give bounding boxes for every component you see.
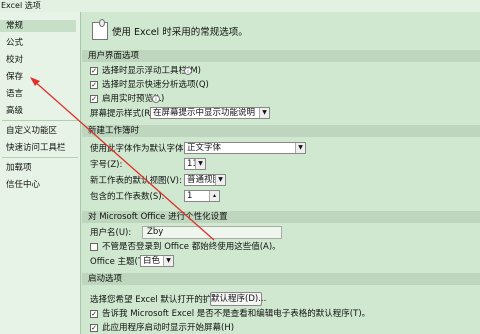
chevron-down-icon: ▼ <box>163 256 173 266</box>
chevron-down-icon: ▼ <box>259 108 269 118</box>
main-panel: 使用 Excel 时采用的常规选项。 用户界面选项 ✓ 选择时显示浮动工具栏(M… <box>82 12 480 334</box>
section-new-workbook: 新建工作簿时 <box>82 125 480 137</box>
info-icon: i <box>184 67 192 75</box>
window-title: Excel 选项 <box>1 1 41 10</box>
live-preview-checkbox[interactable]: ✓ <box>90 95 98 103</box>
chevron-down-icon: ▼ <box>215 175 225 185</box>
sidebar-item-customize-ribbon[interactable]: 自定义功能区 <box>6 125 57 137</box>
font-size-label: 字号(Z): <box>90 160 123 170</box>
office-theme-select[interactable]: 白色 ▼ <box>140 255 174 267</box>
username-input[interactable]: Zby <box>142 226 282 239</box>
sidebar-divider <box>2 120 78 121</box>
title-bar: Excel 选项 <box>0 0 480 12</box>
sidebar-item-language[interactable]: 语言 <box>6 88 23 100</box>
font-size-select[interactable]: 11 ▼ <box>184 158 206 170</box>
sidebar-divider <box>2 157 78 158</box>
tooltip-style-label: 屏幕提示样式(R): <box>90 109 157 119</box>
start-screen-label: 此应用程序启动时显示开始屏幕(H) <box>102 323 235 333</box>
start-screen-checkbox[interactable]: ✓ <box>90 324 98 332</box>
default-view-label: 新工作表的默认视图(V): <box>90 176 182 186</box>
office-theme-value: 白色 <box>143 256 161 266</box>
sidebar-item-proofing[interactable]: 校对 <box>6 54 23 66</box>
always-use-values-checkbox[interactable] <box>90 243 98 251</box>
section-user-interface: 用户界面选项 <box>82 50 480 62</box>
sidebar-item-quick-access-toolbar[interactable]: 快速访问工具栏 <box>6 142 66 154</box>
default-programs-button[interactable]: 默认程序(D)... <box>210 292 266 306</box>
quick-analysis-checkbox[interactable]: ✓ <box>90 81 98 89</box>
sheet-count-label: 包含的工作表数(S): <box>90 192 165 202</box>
chevron-down-icon: ▼ <box>295 143 305 153</box>
general-options-icon <box>92 19 108 40</box>
sidebar: 常规 公式 校对 保存 语言 高级 自定义功能区 快速访问工具栏 加载项 信任中… <box>0 12 81 334</box>
default-font-select[interactable]: 正文字体 ▼ <box>184 142 306 154</box>
tooltip-style-value: 在屏幕提示中显示功能说明 <box>153 108 256 118</box>
sidebar-item-formulas[interactable]: 公式 <box>6 37 23 49</box>
default-view-select[interactable]: 普通视图 ▼ <box>184 174 226 186</box>
floating-toolbar-checkbox[interactable]: ✓ <box>90 67 98 75</box>
sidebar-item-add-ins[interactable]: 加载项 <box>6 162 32 174</box>
sidebar-item-advanced[interactable]: 高级 <box>6 105 23 117</box>
quick-analysis-label: 选择时显示快速分析选项(Q) <box>102 80 209 90</box>
stepper-arrows-icon: ▴ <box>209 191 219 201</box>
sidebar-item-general[interactable]: 常规 <box>0 20 76 32</box>
default-program-warning-checkbox[interactable]: ✓ <box>90 310 98 318</box>
always-use-values-label: 不管是否登录到 Office 都始终使用这些值(A)。 <box>102 242 281 252</box>
default-program-warning-label: 告诉我 Microsoft Excel 是否不是查看和编辑电子表格的默认程序(T… <box>102 309 371 319</box>
sidebar-item-trust-center[interactable]: 信任中心 <box>6 179 40 191</box>
username-label: 用户名(U): <box>90 228 132 238</box>
section-personalize: 对 Microsoft Office 进行个性化设置 <box>82 211 480 223</box>
sidebar-item-save[interactable]: 保存 <box>6 71 23 83</box>
tooltip-style-select[interactable]: 在屏幕提示中显示功能说明 ▼ <box>150 107 270 119</box>
default-font-value: 正文字体 <box>187 143 222 153</box>
sheet-count-value: 1 <box>187 191 193 201</box>
chevron-down-icon: ▼ <box>195 159 205 169</box>
default-font-label: 使用此字体作为默认字体(N): <box>90 144 200 154</box>
page-title: 使用 Excel 时采用的常规选项。 <box>112 27 248 38</box>
section-startup: 启动选项 <box>82 273 480 285</box>
info-icon: i <box>152 95 160 103</box>
sheet-count-stepper[interactable]: 1 ▴ <box>184 190 220 202</box>
